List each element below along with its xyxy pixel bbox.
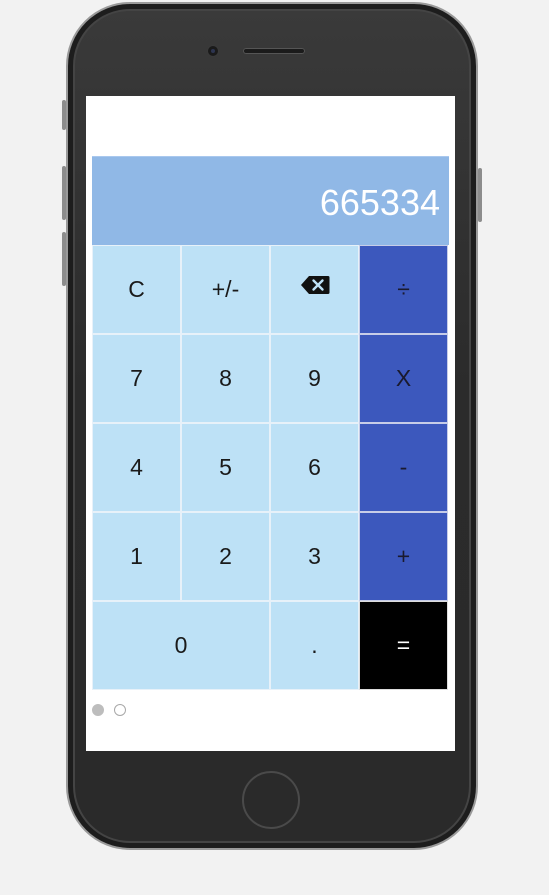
subtract-button[interactable]: - [359, 423, 448, 512]
digit-0-button[interactable]: 0 [92, 601, 270, 690]
decimal-button[interactable]: . [270, 601, 359, 690]
divide-button[interactable]: ÷ [359, 245, 448, 334]
calculator: 665334 C +/- ÷ 7 8 9 X 4 5 6 - 1 2 3 + 0… [92, 156, 449, 690]
backspace-icon [300, 275, 329, 294]
digit-7-button[interactable]: 7 [92, 334, 181, 423]
digit-6-button[interactable]: 6 [270, 423, 359, 512]
page-indicator [92, 704, 126, 716]
page-dot-2[interactable] [114, 704, 126, 716]
home-button[interactable] [242, 771, 300, 829]
equals-button[interactable]: = [359, 601, 448, 690]
multiply-button[interactable]: X [359, 334, 448, 423]
digit-2-button[interactable]: 2 [181, 512, 270, 601]
calculator-display: 665334 [92, 156, 449, 245]
digit-5-button[interactable]: 5 [181, 423, 270, 512]
digit-9-button[interactable]: 9 [270, 334, 359, 423]
add-button[interactable]: + [359, 512, 448, 601]
phone-screen: 665334 C +/- ÷ 7 8 9 X 4 5 6 - 1 2 3 + 0… [86, 96, 455, 751]
power-button [478, 168, 482, 222]
page-dot-1[interactable] [92, 704, 104, 716]
digit-1-button[interactable]: 1 [92, 512, 181, 601]
digit-4-button[interactable]: 4 [92, 423, 181, 512]
front-camera [208, 46, 218, 56]
clear-button[interactable]: C [92, 245, 181, 334]
negate-button[interactable]: +/- [181, 245, 270, 334]
page: 665334 C +/- ÷ 7 8 9 X 4 5 6 - 1 2 3 + 0… [0, 0, 549, 895]
digit-3-button[interactable]: 3 [270, 512, 359, 601]
earpiece-speaker [243, 48, 305, 54]
keypad: C +/- ÷ 7 8 9 X 4 5 6 - 1 2 3 + 0 . = [92, 245, 449, 690]
backspace-button[interactable] [270, 245, 359, 334]
digit-8-button[interactable]: 8 [181, 334, 270, 423]
